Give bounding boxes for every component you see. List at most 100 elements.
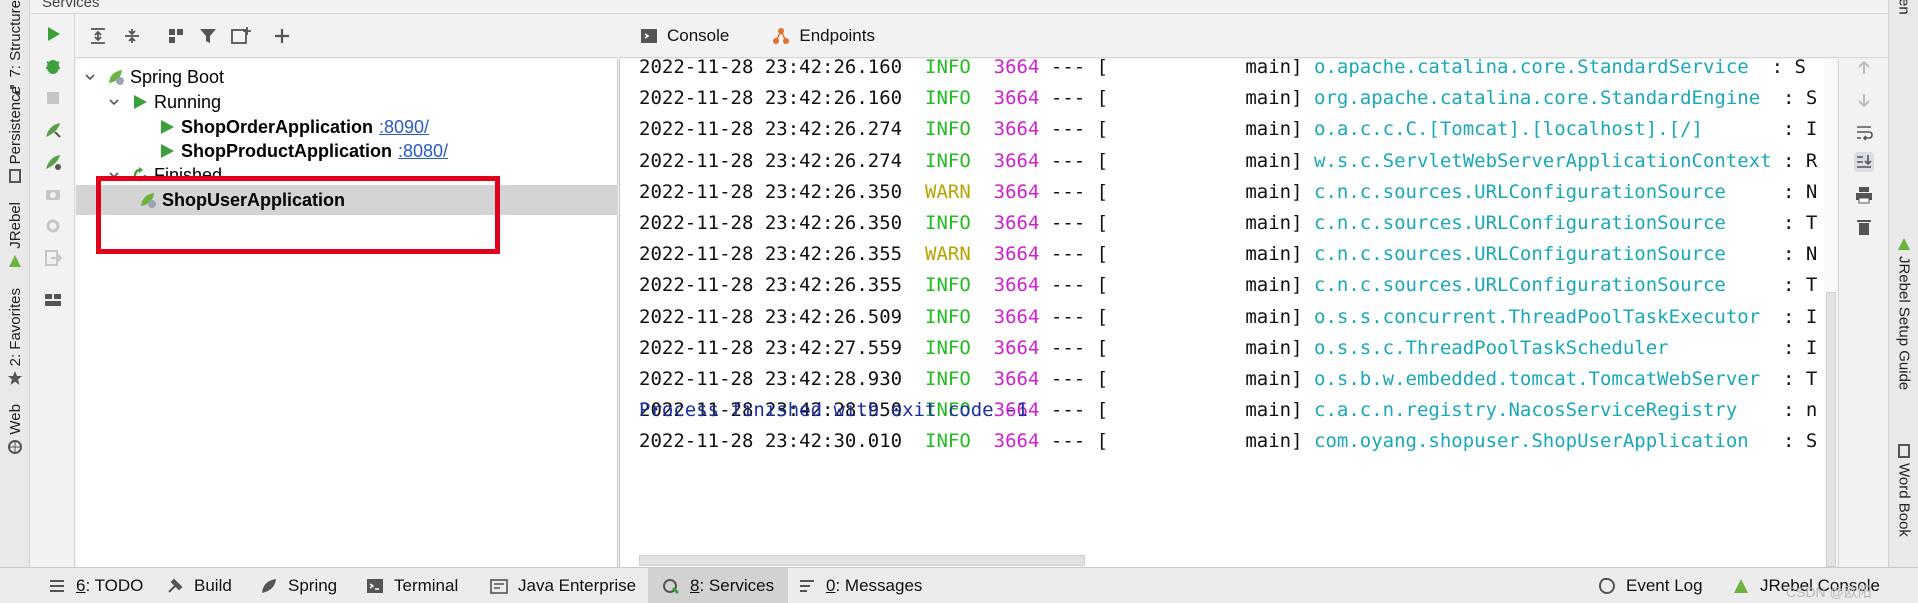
run-icon[interactable]: [43, 24, 63, 44]
services-tab[interactable]: 8: Services: [648, 568, 789, 603]
right-tool-strip: en JRebel Setup Guide Word Book: [1888, 0, 1918, 567]
services-panel-title: Services: [42, 0, 100, 11]
log-logger: c.n.c.sources.URLConfigurationSource: [1314, 212, 1772, 234]
favorites-tab[interactable]: 2: Favorites: [4, 288, 26, 386]
event-log-label: Event Log: [1626, 576, 1703, 595]
java-enterprise-label: Java Enterprise: [518, 576, 637, 595]
log-timestamp: 2022-11-28 23:42:30.010: [639, 430, 903, 453]
log-line: 2022-11-28 23:42:26.274 INFO 3664 --- [ …: [639, 114, 1817, 145]
log-message: : R: [1783, 149, 1818, 172]
todo-label: : TODO: [85, 576, 144, 595]
event-log-icon: [1598, 578, 1615, 594]
log-pid: 3664: [993, 180, 1040, 203]
persistence-tab-label: Persistence: [6, 86, 24, 165]
up-arrow-icon[interactable]: [1854, 58, 1874, 78]
log-separator: --- [: [1050, 87, 1109, 110]
terminal-tab[interactable]: Terminal: [366, 568, 458, 603]
exit-icon[interactable]: [43, 248, 63, 268]
log-thread: main]: [1119, 399, 1303, 422]
port-link[interactable]: :8080/: [398, 141, 448, 162]
group-icon[interactable]: [166, 26, 186, 46]
structure-tab[interactable]: 7: Structure: [4, 0, 26, 98]
web-tab[interactable]: Web: [4, 404, 26, 455]
log-pid: 3664: [993, 305, 1040, 328]
collapse-all-icon[interactable]: [122, 26, 142, 46]
app-name: ShopProductApplication: [181, 140, 392, 161]
stop-icon[interactable]: [43, 88, 63, 108]
log-message: : S: [1771, 59, 1806, 78]
tab-endpoints[interactable]: Endpoints: [751, 14, 897, 58]
log-logger: org.apache.catalina.core.StandardEngine: [1314, 87, 1772, 110]
console-side-toolbar: [1838, 59, 1888, 567]
log-pid: 3664: [993, 59, 1040, 78]
right-strip-top-fragment: en: [1893, 0, 1915, 15]
deploy-icon[interactable]: [43, 120, 63, 140]
snapshot-icon[interactable]: [43, 184, 63, 204]
soft-wrap-icon[interactable]: [1854, 122, 1874, 142]
log-thread: main]: [1119, 180, 1303, 203]
log-level: INFO: [925, 118, 971, 141]
filter-icon[interactable]: [198, 26, 218, 46]
favorites-tab-label: 2: Favorites: [6, 288, 24, 367]
right-strip-top-label: en: [1895, 0, 1913, 15]
log-logger: com.oyang.shopuser.ShopUserApplication: [1314, 430, 1772, 453]
service-action-toolbar: [31, 14, 75, 567]
event-log-tab[interactable]: Event Log: [1598, 568, 1703, 603]
log-logger: c.n.c.sources.URLConfigurationSource: [1314, 274, 1772, 297]
word-book-label: Word Book: [1895, 463, 1913, 537]
messages-tab[interactable]: 0: Messages: [798, 568, 922, 603]
tree-node-label: Running: [154, 91, 222, 112]
services-label: : Services: [699, 576, 775, 595]
down-arrow-icon[interactable]: [1854, 90, 1874, 110]
settings-icon[interactable]: [43, 216, 63, 236]
chevron-down-icon[interactable]: [106, 94, 122, 110]
log-separator: --- [: [1050, 305, 1109, 328]
web-icon: [8, 439, 22, 454]
log-logger: w.s.c.ServletWebServerApplicationContext: [1314, 149, 1772, 172]
debug-icon[interactable]: [43, 56, 63, 76]
debug-deploy-icon[interactable]: [43, 152, 63, 172]
build-tab[interactable]: Build: [166, 568, 232, 603]
print-icon[interactable]: [1854, 185, 1874, 205]
log-pid: 3664: [993, 430, 1040, 453]
persistence-tab[interactable]: Persistence: [4, 86, 26, 184]
app-name: ShopOrderApplication: [181, 116, 374, 137]
log-timestamp: 2022-11-28 23:42:26.160: [639, 59, 903, 78]
messages-key: 0: [826, 576, 836, 595]
log-logger: o.s.b.w.embedded.tomcat.TomcatWebServer: [1314, 368, 1772, 390]
spring-tab[interactable]: Spring: [260, 568, 337, 603]
tree-node-label: Spring Boot: [130, 66, 225, 87]
horizontal-scrollbar[interactable]: [639, 555, 1085, 566]
trash-icon[interactable]: [1854, 217, 1874, 237]
new-service-icon[interactable]: [230, 26, 252, 46]
java-enterprise-tab[interactable]: Java Enterprise: [490, 568, 636, 603]
todo-tab[interactable]: 6: TODO: [48, 568, 143, 603]
expand-all-icon[interactable]: [88, 26, 108, 46]
log-message: : n: [1783, 399, 1818, 422]
log-line: 2022-11-28 23:42:26.160 INFO 3664 --- [ …: [639, 59, 1806, 83]
structure-tab-label: 7: Structure: [6, 0, 24, 78]
log-logger: o.s.s.c.ThreadPoolTaskScheduler: [1314, 336, 1772, 359]
tab-console[interactable]: Console: [619, 14, 751, 58]
log-timestamp: 2022-11-28 23:42:26.274: [639, 118, 903, 141]
log-pid: 3664: [993, 336, 1040, 359]
log-message: : S: [1783, 87, 1818, 110]
scroll-to-end-icon[interactable]: [1854, 152, 1874, 172]
jrebel-tab[interactable]: JRebel: [4, 202, 26, 269]
log-separator: --- [: [1050, 180, 1109, 203]
layout-icon[interactable]: [43, 290, 63, 310]
tab-endpoints-label: Endpoints: [799, 25, 875, 45]
log-separator: --- [: [1050, 118, 1109, 141]
log-timestamp: 2022-11-28 23:42:26.350: [639, 180, 903, 203]
jrebel-setup-guide-tab[interactable]: JRebel Setup Guide: [1893, 236, 1915, 390]
console-output[interactable]: 2022-11-28 23:42:26.160 INFO 3664 --- [ …: [619, 59, 1837, 567]
log-message: : I: [1783, 118, 1818, 141]
log-pid: 3664: [993, 212, 1040, 234]
vertical-scrollbar-thumb[interactable]: [1826, 292, 1836, 567]
messages-label: : Messages: [835, 576, 923, 595]
port-link[interactable]: :8090/: [379, 117, 429, 138]
log-line: 2022-11-28 23:42:30.010 INFO 3664 --- [ …: [639, 426, 1817, 457]
add-icon[interactable]: [272, 26, 292, 46]
word-book-tab[interactable]: Word Book: [1893, 443, 1915, 537]
chevron-down-icon[interactable]: [82, 69, 98, 85]
